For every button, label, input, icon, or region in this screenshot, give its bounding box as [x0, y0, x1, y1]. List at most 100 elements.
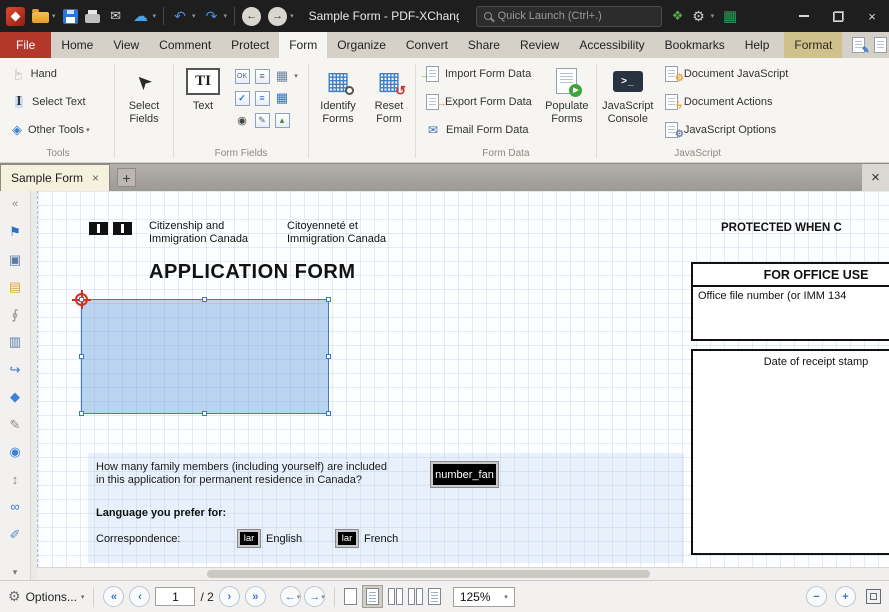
options-caret-icon[interactable]: ▾: [81, 593, 85, 601]
horizontal-scrollbar[interactable]: [37, 567, 889, 580]
button-field-icon[interactable]: OK: [235, 69, 250, 84]
document-actions-button[interactable]: ϟ Document Actions: [657, 88, 797, 116]
nav-back-icon[interactable]: ←: [242, 7, 261, 26]
quick-launch-input[interactable]: Quick Launch (Ctrl+.): [476, 6, 662, 27]
tab-share[interactable]: Share: [458, 32, 510, 58]
3d-panel-icon[interactable]: ◆: [6, 389, 24, 405]
next-view-caret[interactable]: ▾: [321, 593, 325, 601]
thumbnails-panel-icon[interactable]: ▣: [6, 251, 24, 267]
previous-page-button[interactable]: ‹: [129, 586, 150, 607]
settings-caret-icon[interactable]: ▾: [711, 12, 715, 20]
tab-bookmarks[interactable]: Bookmarks: [655, 32, 735, 58]
resize-handle[interactable]: [326, 354, 331, 359]
javascript-console-button[interactable]: >_ JavaScript Console: [599, 60, 657, 126]
cloud-caret-icon[interactable]: ▾: [153, 12, 157, 20]
export-panel-icon[interactable]: ↪: [6, 361, 24, 377]
document-tab-sample-form[interactable]: Sample Form ×: [0, 164, 110, 191]
undo-icon[interactable]: ↶: [171, 7, 189, 25]
cloud-icon[interactable]: ☁: [132, 7, 150, 25]
plugins-icon[interactable]: ❖: [669, 7, 687, 25]
resize-handle[interactable]: [202, 297, 207, 302]
attachments-panel-icon[interactable]: ∮: [6, 306, 24, 322]
tab-home[interactable]: Home: [51, 32, 103, 58]
minimize-button[interactable]: [787, 0, 821, 32]
number-family-field[interactable]: number_fan: [431, 462, 498, 487]
email-icon[interactable]: ✉: [107, 7, 125, 25]
options-gear-icon[interactable]: ⚙: [8, 588, 21, 605]
tab-convert[interactable]: Convert: [396, 32, 458, 58]
datagrid-field-icon[interactable]: ▦: [274, 68, 290, 84]
measure-panel-icon[interactable]: ↕: [6, 471, 24, 487]
first-page-button[interactable]: «: [103, 586, 124, 607]
next-page-button[interactable]: ›: [219, 586, 240, 607]
checkbox-field-icon[interactable]: ✓: [235, 91, 250, 106]
options-label[interactable]: Options...: [26, 590, 77, 604]
text-field-button[interactable]: TI Text: [176, 60, 230, 113]
comments-panel-icon[interactable]: ▤: [6, 279, 24, 295]
highlight-panel-icon[interactable]: ✐: [6, 526, 24, 542]
save-icon[interactable]: [63, 9, 78, 24]
destinations-panel-icon[interactable]: ◉: [6, 444, 24, 460]
single-page-view-button[interactable]: [344, 588, 357, 605]
resize-handle[interactable]: [79, 354, 84, 359]
image-field-icon[interactable]: ▴: [275, 113, 290, 128]
resize-handle[interactable]: [202, 411, 207, 416]
document-export-icon[interactable]: →: [874, 37, 887, 53]
email-form-data-button[interactable]: ✉ Email Form Data: [418, 116, 540, 144]
form-fields-more-caret[interactable]: ▾: [294, 72, 298, 80]
other-tools-button[interactable]: ◈ Other Tools ▾: [4, 116, 112, 144]
tab-organize[interactable]: Organize: [327, 32, 396, 58]
links-panel-icon[interactable]: ∞: [6, 499, 24, 515]
redo-caret-icon[interactable]: ▾: [224, 12, 228, 20]
reset-form-button[interactable]: ▦↺ Reset Form: [365, 60, 413, 126]
tab-view[interactable]: View: [103, 32, 149, 58]
undo-caret-icon[interactable]: ▾: [192, 12, 196, 20]
previous-view-caret[interactable]: ▾: [297, 593, 301, 601]
bookmarks-panel-icon[interactable]: ⚑: [6, 224, 24, 240]
two-page-continuous-button[interactable]: [408, 588, 423, 605]
select-fields-button[interactable]: ➤ Select Fields: [117, 60, 171, 126]
language-english-field[interactable]: lar: [238, 530, 260, 547]
document-javascript-button[interactable]: ⚙ Document JavaScript: [657, 60, 797, 88]
document-canvas[interactable]: Citizenship and Immigration Canada Citoy…: [31, 191, 889, 580]
hand-tool-button[interactable]: ☞ Hand: [4, 60, 112, 88]
menu-caret-icon[interactable]: ▾: [52, 12, 56, 20]
language-french-field[interactable]: lar: [336, 530, 358, 547]
signature-field-icon[interactable]: ✎: [255, 113, 270, 128]
last-page-button[interactable]: »: [245, 586, 266, 607]
tab-format[interactable]: Format: [784, 32, 842, 58]
page-number-input[interactable]: 1: [155, 587, 195, 606]
select-text-button[interactable]: I Select Text: [4, 88, 112, 116]
nav-forward-icon[interactable]: →: [268, 7, 287, 26]
horizontal-scrollbar-thumb[interactable]: [207, 570, 650, 578]
sidebar-scroll-down-icon[interactable]: ▾: [13, 567, 18, 578]
radio-field-icon[interactable]: ◉: [234, 112, 250, 128]
zoom-select[interactable]: 125% ▾: [453, 587, 515, 607]
javascript-options-button[interactable]: ⚙ JavaScript Options: [657, 116, 797, 144]
resize-handle[interactable]: [79, 411, 84, 416]
sessions-grid-icon[interactable]: ▦: [721, 7, 739, 25]
resize-handle[interactable]: [326, 297, 331, 302]
new-tab-button[interactable]: +: [117, 168, 136, 187]
table-field-icon[interactable]: ▦: [274, 90, 290, 106]
listbox-field-icon[interactable]: ≡: [255, 69, 270, 84]
combobox-field-icon[interactable]: ≡: [255, 91, 270, 106]
maximize-button[interactable]: [821, 0, 855, 32]
sidebar-collapse-icon[interactable]: «: [6, 196, 24, 212]
tab-form[interactable]: Form: [279, 32, 327, 58]
settings-gear-icon[interactable]: ⚙: [690, 7, 708, 25]
tab-comment[interactable]: Comment: [149, 32, 221, 58]
tab-accessibility[interactable]: Accessibility: [569, 32, 654, 58]
tab-review[interactable]: Review: [510, 32, 569, 58]
tab-protect[interactable]: Protect: [221, 32, 279, 58]
pdf-page[interactable]: Citizenship and Immigration Canada Citoy…: [37, 191, 889, 567]
export-form-data-button[interactable]: → Export Form Data: [418, 88, 540, 116]
tab-file[interactable]: File: [0, 32, 51, 58]
single-page-continuous-button[interactable]: [362, 585, 383, 608]
populate-forms-button[interactable]: ▶ Populate Forms: [540, 60, 594, 126]
zoom-out-button[interactable]: −: [806, 586, 827, 607]
resize-handle[interactable]: [326, 411, 331, 416]
document-edit-icon[interactable]: ✎: [852, 37, 865, 53]
import-form-data-button[interactable]: → Import Form Data: [418, 60, 540, 88]
zoom-in-button[interactable]: +: [835, 586, 856, 607]
